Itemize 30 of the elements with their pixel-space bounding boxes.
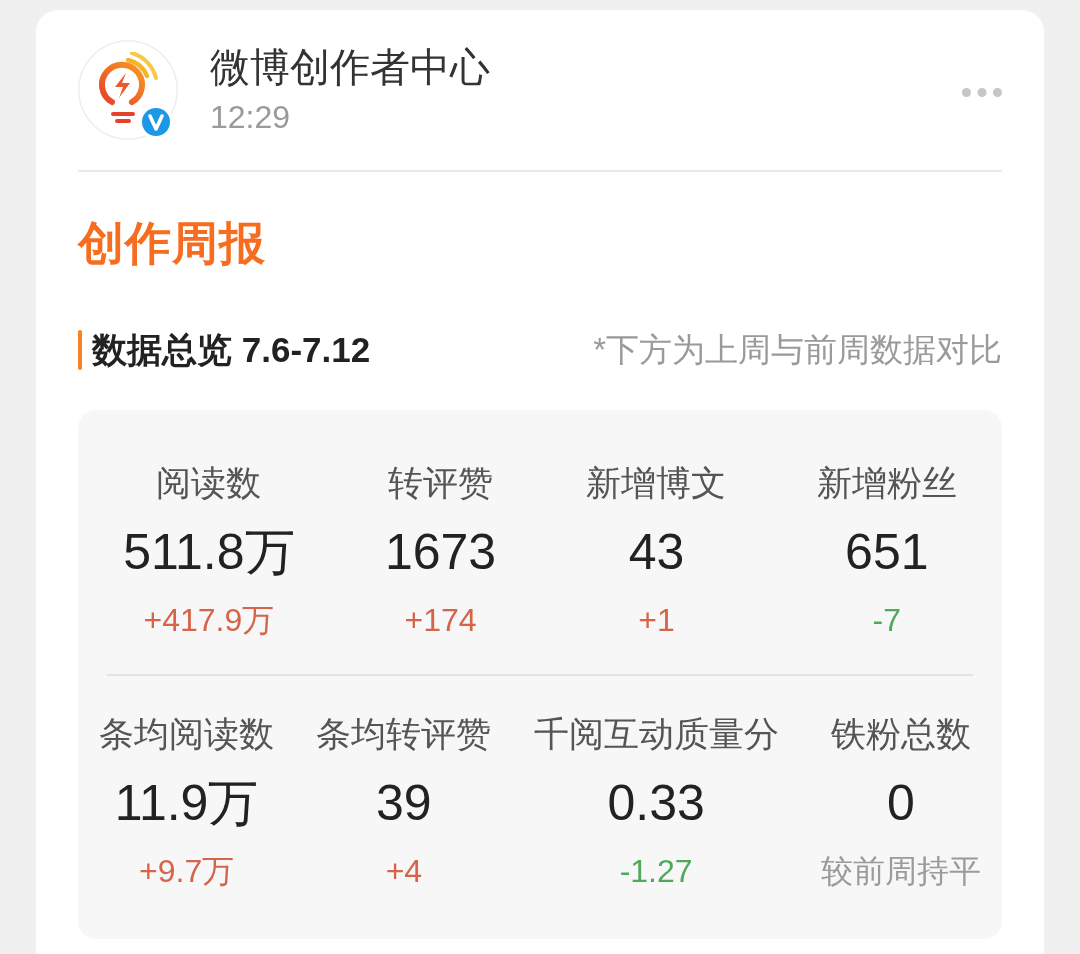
stat-label: 转评赞	[388, 462, 493, 504]
post-time: 12:29	[210, 98, 291, 137]
section-marker	[78, 330, 82, 370]
account-name[interactable]: 微博创作者中心	[210, 43, 490, 91]
stat-label: 新增博文	[586, 462, 727, 504]
stat-change: +4	[385, 852, 423, 891]
stat-label: 新增粉丝	[816, 462, 957, 504]
stat-value: 511.8万	[123, 523, 295, 582]
stat-label: 条均阅读数	[99, 713, 275, 755]
stat-change: +174	[404, 601, 477, 640]
stat-change: +417.9万	[143, 601, 275, 640]
stat-change: +1	[638, 601, 675, 640]
stat-change: -1.27	[619, 852, 693, 891]
report-title: 创作周报	[78, 216, 266, 271]
section-title: 数据总览 7.6-7.12	[92, 329, 371, 371]
stat-label: 阅读数	[156, 462, 262, 504]
stat-value: 0.33	[607, 774, 705, 833]
stat-change: -7	[872, 601, 901, 640]
stat-label: 铁粉总数	[830, 713, 971, 755]
stat-change: +9.7万	[139, 852, 235, 891]
stat-label: 千阅互动质量分	[533, 713, 779, 755]
stat-value: 43	[628, 523, 685, 582]
comparison-note: *下方为上周与前周数据对比	[593, 330, 1002, 370]
stat-change: 较前周持平	[820, 852, 981, 891]
stat-value: 39	[376, 774, 432, 833]
stat-value: 11.9万	[114, 774, 259, 833]
stat-value: 0	[886, 774, 915, 833]
stat-label: 条均转评赞	[316, 713, 492, 755]
stat-value: 1673	[384, 523, 497, 582]
stat-value: 651	[845, 523, 929, 582]
